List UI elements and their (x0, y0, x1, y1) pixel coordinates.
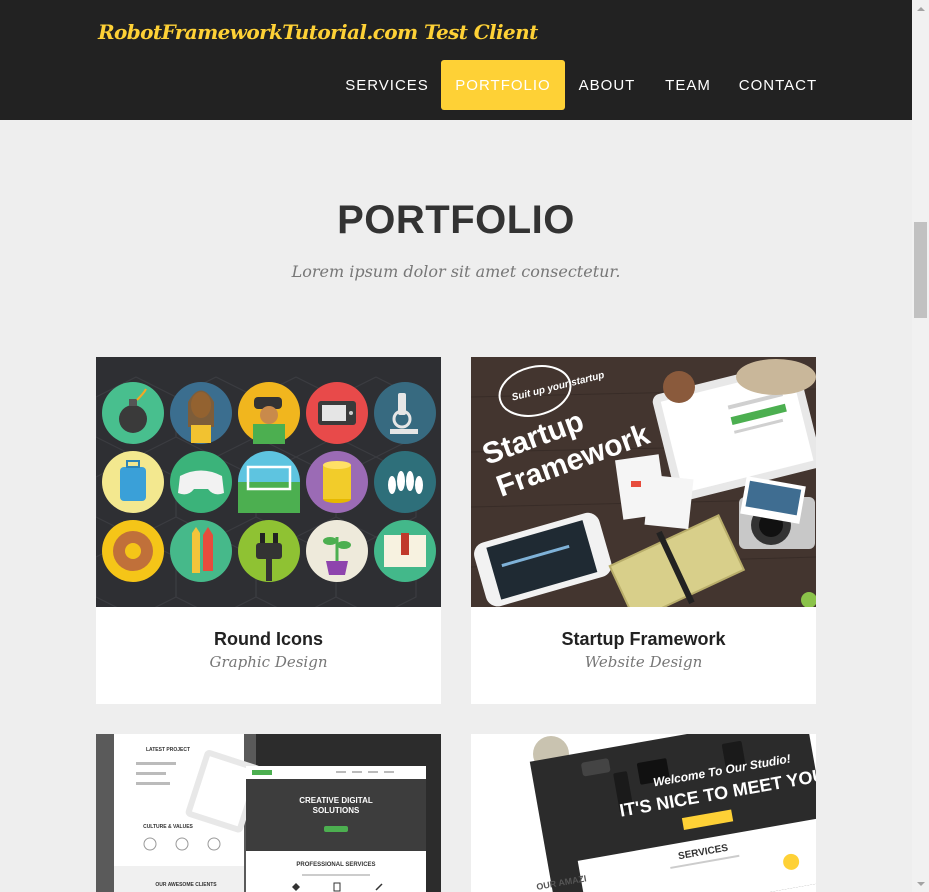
portfolio-item-round-icons[interactable]: Round Icons Graphic Design (96, 357, 441, 704)
nav-portfolio[interactable]: PORTFOLIO (441, 60, 565, 110)
portfolio-thumbnail-3[interactable]: LATEST PROJECT CULTURE & VALUES OUR AWES… (96, 734, 441, 892)
round-icons-image (96, 357, 441, 607)
brand-logo[interactable]: RobotFrameworkTutorial.com Test Client (98, 20, 538, 44)
nav-contact[interactable]: CONTACT (727, 60, 829, 110)
portfolio-thumbnail-round-icons[interactable] (96, 357, 441, 607)
portfolio-title[interactable]: Startup Framework (471, 629, 816, 650)
treehouse-professional-services: PROFESSIONAL SERVICES (296, 862, 375, 868)
portfolio-category: Website Design (584, 653, 703, 671)
navbar: RobotFrameworkTutorial.com Test Client S… (0, 0, 912, 120)
treehouse-latest-project: LATEST PROJECT (146, 747, 190, 753)
portfolio-thumbnail-startup-framework[interactable]: Suit up your startup Startup Framework (471, 357, 816, 607)
scrollbar-thumb[interactable] (914, 222, 927, 318)
treehouse-creative-line-2: SOLUTIONS (313, 806, 360, 815)
treehouse-culture-values: CULTURE & VALUES (143, 824, 193, 830)
nav-services[interactable]: SERVICES (333, 60, 441, 110)
nav-about[interactable]: ABOUT (565, 60, 649, 110)
section-subheading: Lorem ipsum dolor sit amet consectetur. (291, 262, 621, 281)
portfolio-4-image: Welcome To Our Studio! IT'S NICE TO MEET… (471, 734, 816, 892)
portfolio-item-4[interactable]: Welcome To Our Studio! IT'S NICE TO MEET… (471, 734, 816, 892)
scroll-down-arrow-icon[interactable] (912, 875, 929, 892)
section-heading: PORTFOLIO (337, 198, 575, 242)
treehouse-creative-line-1: CREATIVE DIGITAL (299, 796, 373, 805)
startup-framework-image: Suit up your startup Startup Framework (471, 357, 816, 607)
portfolio-item-startup-framework[interactable]: Suit up your startup Startup Framework S… (471, 357, 816, 704)
portfolio-thumbnail-4[interactable]: Welcome To Our Studio! IT'S NICE TO MEET… (471, 734, 816, 892)
treehouse-awesome-clients: OUR AWESOME CLIENTS (155, 882, 217, 888)
scroll-up-arrow-icon[interactable] (912, 0, 929, 17)
portfolio-3-image: LATEST PROJECT CULTURE & VALUES OUR AWES… (96, 734, 441, 892)
portfolio-item-3[interactable]: LATEST PROJECT CULTURE & VALUES OUR AWES… (96, 734, 441, 892)
portfolio-category: Graphic Design (209, 653, 328, 671)
nav-team[interactable]: TEAM (649, 60, 727, 110)
scrollbar[interactable] (912, 0, 929, 892)
portfolio-title[interactable]: Round Icons (96, 629, 441, 650)
